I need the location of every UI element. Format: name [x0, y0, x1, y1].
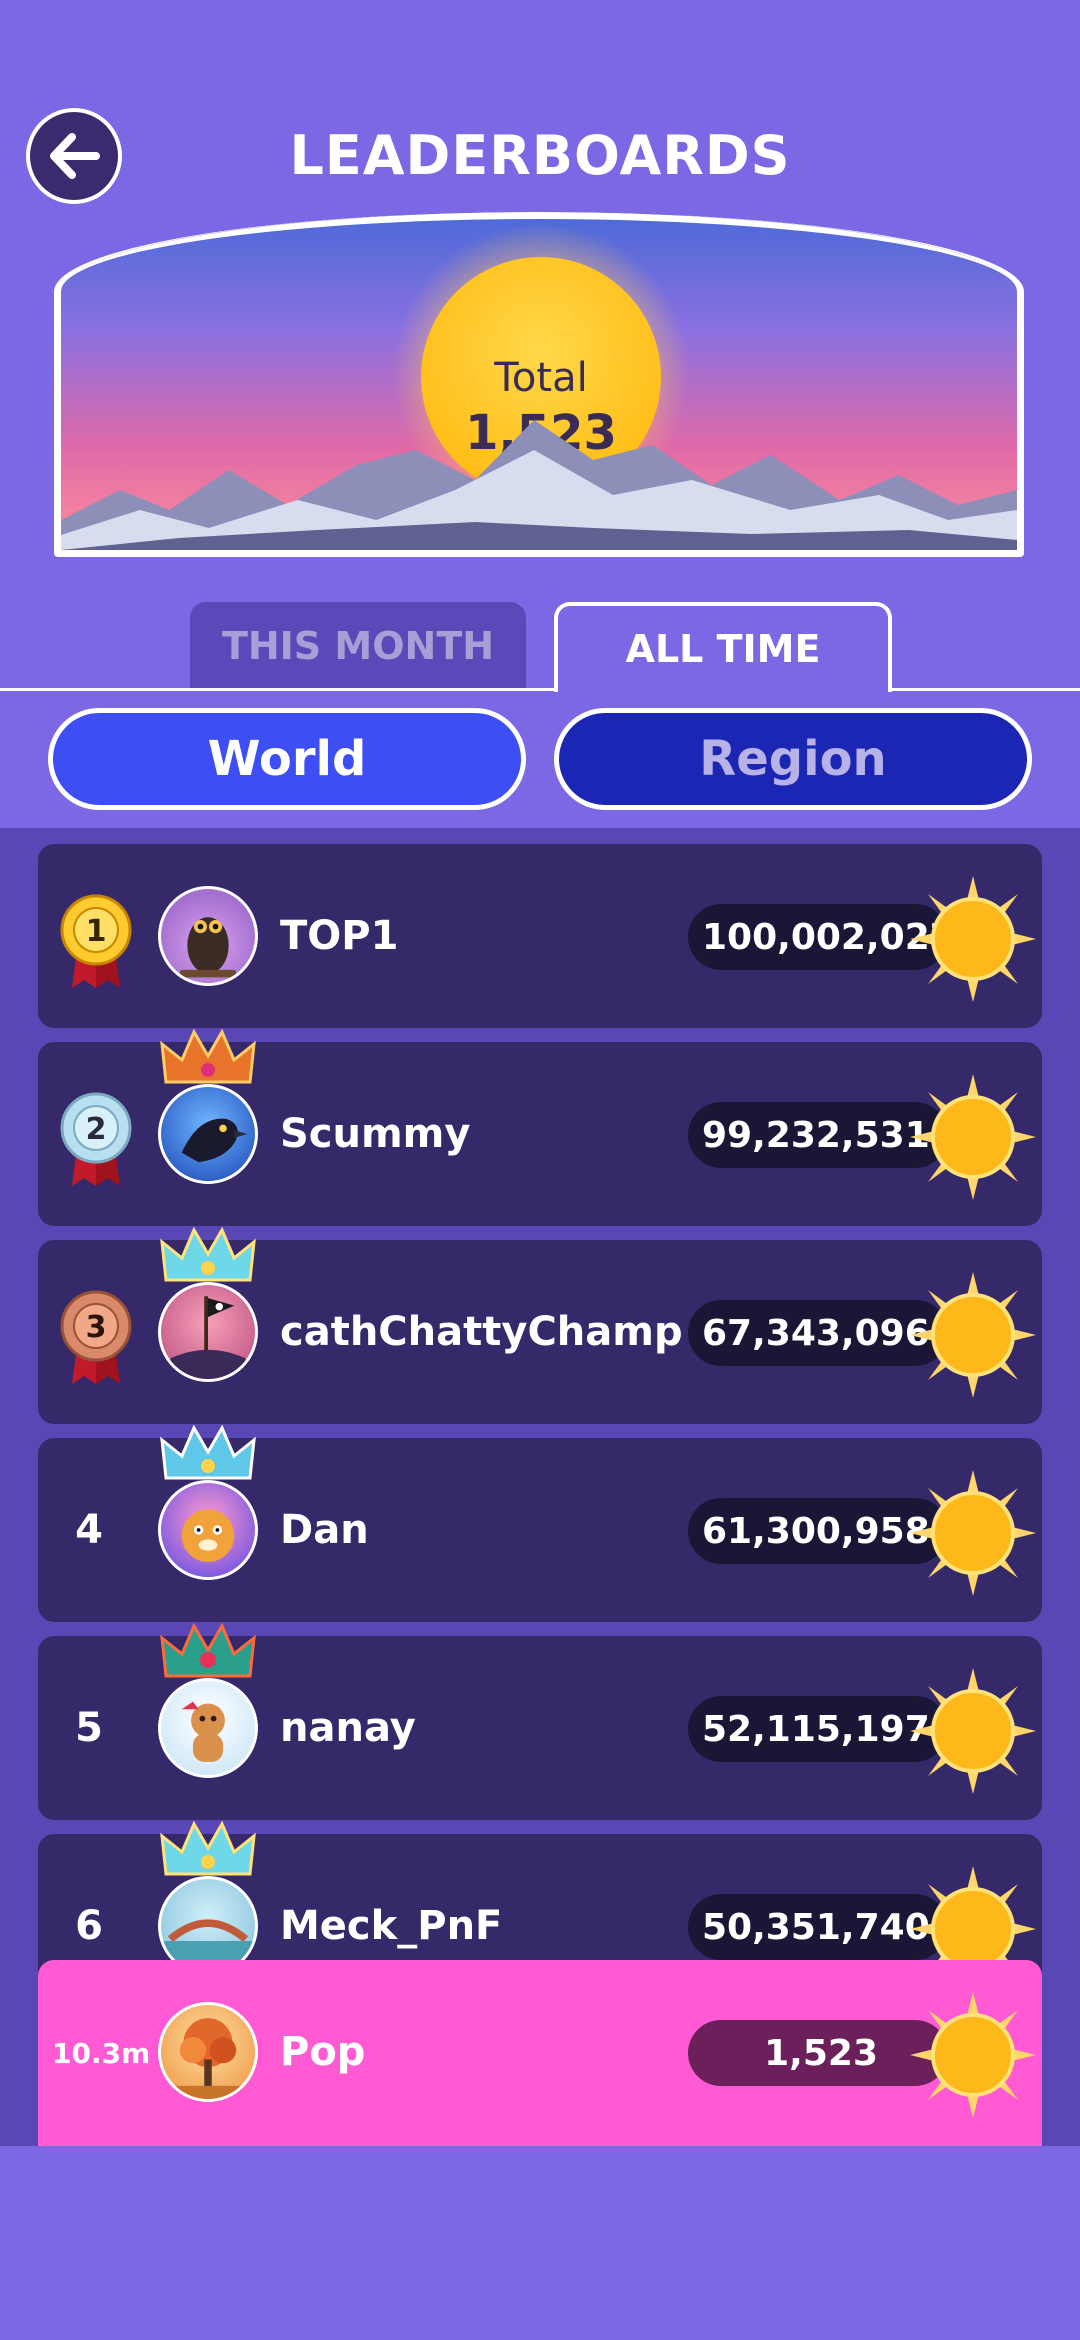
current-player-row[interactable]: 10.3m Pop 1,523: [38, 1960, 1042, 2146]
player-rank: 10.3m: [52, 2036, 151, 2070]
autumn-tree-avatar-icon: [161, 2018, 255, 2099]
player-name: nanay: [280, 1705, 416, 1751]
bronze-medal-icon: 3: [60, 1290, 132, 1384]
gingerbread-avatar-icon: [181, 1701, 225, 1762]
avatar[interactable]: [158, 1480, 258, 1580]
avatar[interactable]: [158, 886, 258, 986]
player-name: Dan: [280, 1507, 369, 1553]
sun-icon: [910, 1470, 1036, 1596]
bridge-avatar-icon: [161, 1919, 255, 1973]
crown-icon: [160, 1820, 256, 1876]
world-filter-button[interactable]: World: [48, 708, 526, 810]
page-title: LEADERBOARDS: [289, 124, 791, 187]
sun-icon: [910, 1272, 1036, 1398]
player-name: TOP1: [280, 913, 399, 959]
pirate-avatar-icon: [170, 1296, 246, 1379]
avatar[interactable]: [158, 1282, 258, 1382]
avatar[interactable]: [158, 1084, 258, 1184]
crown-icon: [160, 1028, 256, 1084]
sun-icon: [910, 1074, 1036, 1200]
avatar[interactable]: [158, 2002, 258, 2102]
tab-all-time[interactable]: ALL TIME: [554, 602, 892, 692]
rank-number: 5: [75, 1705, 103, 1751]
player-name: Scummy: [280, 1111, 471, 1157]
leaderboard-row[interactable]: 2 Scummy 99,232,531: [38, 1028, 1042, 1226]
crown-icon: [160, 1226, 256, 1282]
leaderboard-row[interactable]: 1 TOP1 100,002,027: [38, 844, 1042, 1028]
leaderboard-row[interactable]: 5 nanay 52,115,197: [38, 1622, 1042, 1820]
gold-medal-icon: 1: [60, 894, 132, 988]
rank-number: 1: [86, 914, 107, 949]
tab-divider: [0, 688, 1080, 691]
tiger-avatar-icon: [181, 1509, 235, 1562]
silver-medal-icon: 2: [60, 1092, 132, 1186]
sun-icon: [910, 876, 1036, 1002]
owl-avatar-icon: [179, 917, 237, 978]
leaderboard-list[interactable]: 1 TOP1 100,002,027 2 Scummy 99,232,531 3…: [0, 828, 1080, 2146]
crown-icon: [160, 1622, 256, 1678]
total-banner: Total 1,523: [54, 212, 1024, 557]
header: LEADERBOARDS: [0, 0, 1080, 210]
sun-icon: [910, 1668, 1036, 1794]
rank-number: 3: [86, 1310, 107, 1345]
bottom-area: [0, 2146, 1080, 2340]
banner-frame: [61, 212, 1017, 550]
rank-number: 4: [75, 1507, 103, 1553]
region-filter-button[interactable]: Region: [554, 708, 1032, 810]
player-name: cathChattyChamp: [280, 1309, 683, 1355]
sun-icon: [910, 1992, 1036, 2118]
leaderboard-row[interactable]: 3 cathChattyChamp 67,343,096: [38, 1226, 1042, 1424]
rank-number: 2: [86, 1112, 107, 1147]
leaderboard-row[interactable]: 4 Dan 61,300,958: [38, 1424, 1042, 1622]
avatar[interactable]: [158, 1678, 258, 1778]
tab-this-month[interactable]: THIS MONTH: [190, 602, 526, 690]
crown-icon: [160, 1424, 256, 1480]
player-name: Pop: [280, 2029, 366, 2075]
crow-avatar-icon: [181, 1118, 248, 1163]
